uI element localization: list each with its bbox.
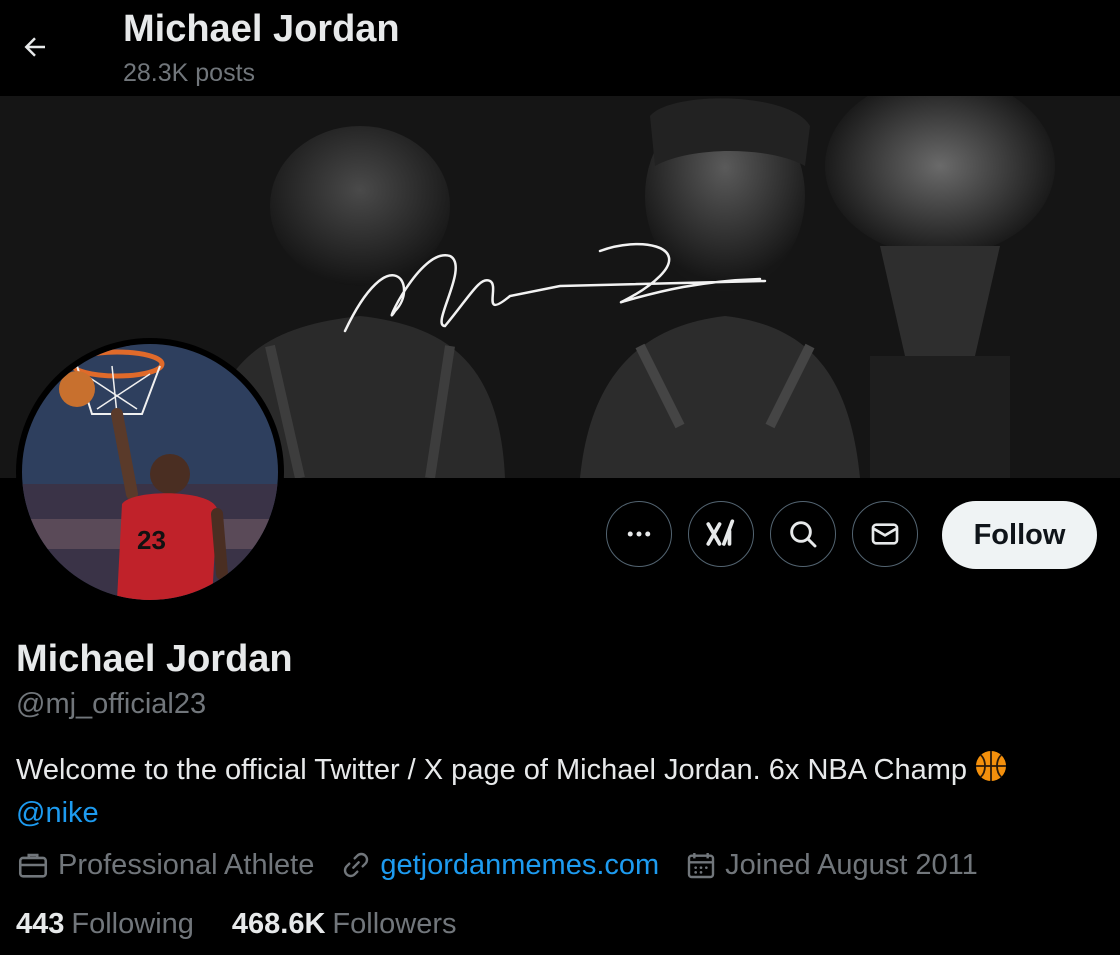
followers-link[interactable]: 468.6K Followers [232,908,457,941]
avatar-image: 23 [22,344,278,600]
profile-joined: Joined August 2011 [685,849,978,882]
message-icon [871,523,899,545]
profile-handle: @mj_official23 [16,688,207,720]
category-label: Professional Athlete [58,848,315,881]
back-button[interactable] [14,26,56,68]
followers-label: Followers [332,908,457,940]
following-count: 443 [16,908,65,940]
bio-mention-link[interactable]: @nike [16,797,99,829]
grok-icon [706,519,735,546]
joined-label: Joined August 2011 [725,848,978,881]
following-link[interactable]: 443 Following [16,908,194,941]
post-count: 28.3K posts [123,59,256,87]
header-title: Michael Jordan [123,8,400,50]
back-arrow-icon [24,37,45,57]
briefcase-icon [18,853,48,878]
grok-button[interactable] [688,501,754,567]
basketball-icon [973,748,1009,794]
profile-avatar[interactable]: 23 [16,338,284,606]
followers-count: 468.6K [231,908,326,940]
profile-name: Michael Jordan [16,638,293,680]
profile-bio: Welcome to the official Twitter / X page… [16,748,1096,832]
more-button[interactable] [606,501,672,567]
search-icon [790,521,817,548]
svg-text:23: 23 [137,525,166,555]
website-link[interactable]: getjordanmemes.com [380,849,659,882]
profile-counts: 443 Following 468.6K Followers [16,908,495,941]
profile-category: Professional Athlete [16,848,314,882]
search-button[interactable] [770,501,836,567]
more-icon [627,531,651,537]
profile-meta: Professional Athlete getjordanmemes.com … [16,848,1004,882]
message-button[interactable] [852,501,918,567]
follow-button[interactable]: Follow [942,501,1097,569]
calendar-icon [687,853,715,879]
bio-text: Welcome to the official Twitter / X page… [16,754,968,786]
following-label: Following [71,908,194,940]
profile-actions [606,501,918,567]
top-bar: Michael Jordan 28.3K posts [0,0,1120,96]
link-icon [344,852,369,878]
profile-website[interactable]: getjordanmemes.com [340,849,659,882]
